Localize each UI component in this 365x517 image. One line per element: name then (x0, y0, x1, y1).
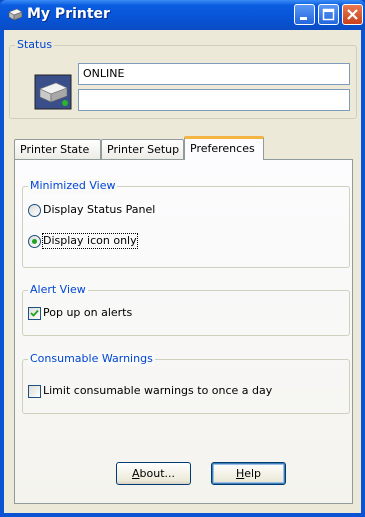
tab-printer-setup[interactable]: Printer Setup (101, 139, 184, 160)
checkmark-icon (30, 309, 39, 317)
printer-icon (34, 74, 72, 110)
printer-window: My Printer Status ONLINE Printer State P… (0, 0, 365, 517)
display-status-panel-radio[interactable] (28, 204, 41, 217)
help-access-key: H (235, 467, 245, 480)
limit-warnings-checkbox[interactable] (28, 385, 41, 398)
help-button[interactable]: Help (211, 462, 286, 485)
consumable-warnings-label: Consumable Warnings (28, 352, 155, 366)
status-group-label: Status (15, 38, 55, 52)
close-icon (347, 9, 358, 20)
tab-preferences[interactable]: Preferences (184, 136, 264, 160)
preferences-tab-panel: Minimized View Display Status Panel Disp… (14, 159, 353, 504)
maximize-icon (322, 8, 335, 21)
maximize-button[interactable] (318, 4, 339, 25)
title-bar[interactable]: My Printer (0, 0, 365, 30)
pop-up-on-alerts-label[interactable]: Pop up on alerts (43, 306, 132, 320)
printer-app-icon (8, 8, 23, 21)
dialog-client-area: Status ONLINE Printer State Printer Setu… (4, 30, 361, 513)
minimize-icon (300, 17, 307, 20)
minimized-view-group: Minimized View (22, 179, 350, 268)
about-label: bout... (139, 467, 176, 480)
status-line-1: ONLINE (78, 63, 350, 85)
display-icon-only-radio[interactable] (28, 235, 41, 248)
tab-strip: Printer State Printer Setup Preferences (14, 136, 354, 160)
minimize-button[interactable] (294, 4, 315, 25)
status-line-2 (78, 89, 350, 111)
display-status-panel-label[interactable]: Display Status Panel (43, 203, 155, 217)
alert-view-label: Alert View (28, 283, 88, 297)
about-button[interactable]: About... (116, 462, 191, 485)
pop-up-on-alerts-checkbox[interactable] (28, 307, 41, 320)
window-title: My Printer (27, 6, 110, 22)
about-access-key: A (131, 467, 140, 480)
minimized-view-label: Minimized View (28, 179, 118, 193)
help-label: elp (244, 467, 262, 480)
close-button[interactable] (342, 4, 363, 25)
limit-warnings-label[interactable]: Limit consumable warnings to once a day (43, 384, 272, 398)
display-icon-only-label[interactable]: Display icon only (42, 233, 138, 249)
tab-printer-state[interactable]: Printer State (14, 139, 101, 160)
